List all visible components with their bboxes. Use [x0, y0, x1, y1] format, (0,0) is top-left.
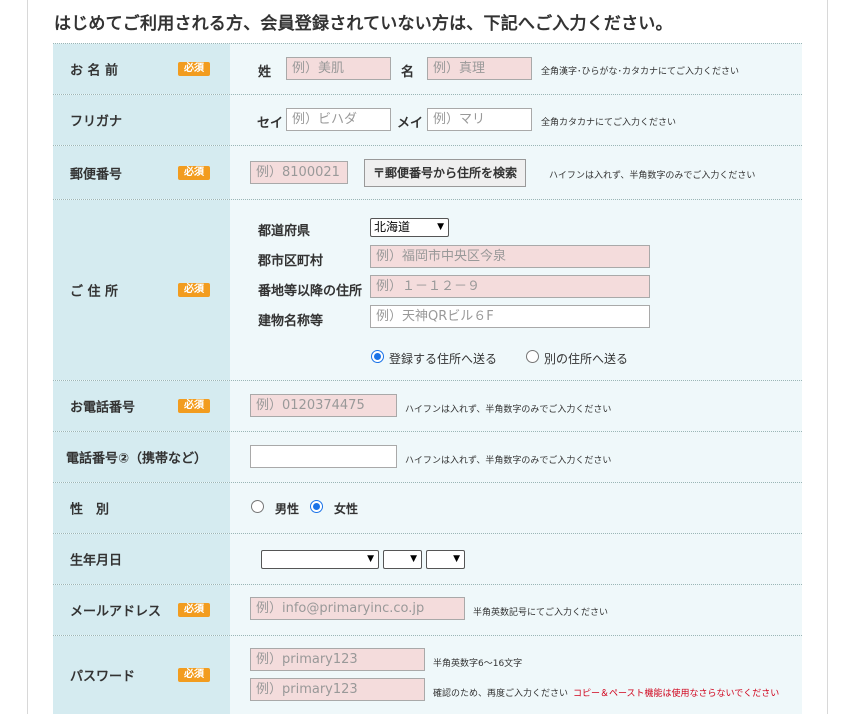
birth-month-select[interactable]: ▼ [383, 550, 422, 569]
label-cell: お 名 前 必須 [53, 44, 230, 94]
password-confirm-input[interactable]: 例）primary123 [250, 678, 425, 701]
birth-day-select[interactable]: ▼ [426, 550, 465, 569]
postal-label: 郵便番号 [70, 167, 123, 182]
sei-label: 姓 [258, 65, 272, 80]
chevron-down-icon: ▼ [367, 554, 374, 564]
label-cell: 郵便番号 必須 [53, 146, 230, 199]
ship-registered-label[interactable]: 登録する住所へ送る [389, 350, 497, 367]
phone2-label: 電話番号②（携帯など） [66, 451, 208, 467]
required-badge: 必須 [178, 165, 210, 180]
row-name: お 名 前 必須 姓 例）美肌 名 例）真理 全角漢字･ひらがな･カタカナにてご… [53, 43, 802, 95]
phone2-input[interactable] [250, 445, 397, 468]
building-label: 建物名称等 [258, 314, 324, 329]
password-label: パスワード [70, 669, 136, 685]
password-confirm-note: 確認のため、再度ご入力ください [433, 689, 569, 699]
building-input[interactable]: 例）天神QRビル６F [370, 305, 650, 328]
chevron-down-icon: ▼ [410, 554, 417, 564]
prefecture-label: 都道府県 [258, 224, 311, 239]
city-label: 郡市区町村 [258, 254, 324, 269]
last-name-kana-input[interactable]: 例）ビハダ [286, 108, 391, 131]
ship-other-radio[interactable] [526, 350, 539, 363]
postal-search-button[interactable]: 〒郵便番号から住所を検索 [364, 159, 527, 187]
address-label: ご 住 所 [70, 284, 119, 300]
first-name-input[interactable]: 例）真理 [427, 57, 532, 80]
label-cell: フリガナ [53, 95, 230, 145]
phone2-note: ハイフンは入れず、半角数字のみでご入力ください [405, 456, 612, 466]
email-note: 半角英数記号にてご入力ください [473, 608, 609, 618]
label-cell: メールアドレス 必須 [53, 585, 230, 635]
phone-input[interactable]: 例）0120374475 [250, 394, 397, 417]
row-postal: 郵便番号 必須 例）8100021 〒郵便番号から住所を検索 ハイフンは入れず、… [53, 145, 802, 200]
phone-label: お電話番号 [70, 400, 136, 416]
prefecture-selected: 北海道 [374, 220, 411, 234]
gender-female-label[interactable]: 女性 [334, 500, 358, 517]
label-cell: 生年月日 [53, 534, 230, 584]
required-badge: 必須 [178, 603, 210, 617]
name-note: 全角漢字･ひらがな･カタカナにてご入力ください [541, 67, 740, 77]
last-name-input[interactable]: 例）美肌 [286, 57, 391, 80]
value-cell: 例）8100021 〒郵便番号から住所を検索 ハイフンは入れず、半角数字のみでご… [233, 146, 802, 199]
page-frame-left [27, 0, 28, 714]
label-cell: 性 別 [53, 483, 230, 533]
row-email: メールアドレス 必須 例）info@primaryinc.co.jp 半角英数記… [53, 584, 802, 636]
required-badge: 必須 [178, 62, 210, 76]
value-cell: ▼ ▼ ▼ [233, 534, 802, 584]
postal-note: ハイフンは入れず、半角数字のみでご入力ください [549, 171, 756, 181]
value-cell: 男性 女性 [233, 483, 802, 533]
row-password: パスワード 必須 例）primary123 半角英数字6～16文字 例）prim… [53, 635, 802, 714]
gender-male-radio[interactable] [251, 500, 264, 513]
ship-other-label[interactable]: 別の住所へ送る [544, 350, 628, 367]
password-input[interactable]: 例）primary123 [250, 648, 425, 671]
first-name-kana-input[interactable]: 例）マリ [427, 108, 532, 131]
gender-female-radio[interactable] [310, 500, 323, 513]
row-address: ご 住 所 必須 都道府県 北海道 ▼ 郡市区町村 例）福岡市中央区今泉 番地等… [53, 199, 802, 381]
prefecture-select[interactable]: 北海道 ▼ [370, 218, 449, 237]
value-cell: ハイフンは入れず、半角数字のみでご入力ください [233, 432, 802, 482]
mei-label: 名 [401, 65, 415, 80]
city-input[interactable]: 例）福岡市中央区今泉 [370, 245, 650, 268]
birth-year-select[interactable]: ▼ [261, 550, 379, 569]
email-label: メールアドレス [70, 604, 162, 620]
required-badge: 必須 [178, 283, 210, 297]
name-label: お 名 前 [70, 63, 119, 79]
email-input[interactable]: 例）info@primaryinc.co.jp [250, 597, 465, 620]
row-birthday: 生年月日 ▼ ▼ ▼ [53, 533, 802, 585]
street-label: 番地等以降の住所 [258, 284, 363, 299]
page-frame-right [827, 0, 828, 714]
row-phone: お電話番号 必須 例）0120374475 ハイフンは入れず、半角数字のみでご入… [53, 380, 802, 432]
value-cell: 例）primary123 半角英数字6～16文字 例）primary123 確認… [233, 636, 802, 714]
chevron-down-icon: ▼ [453, 554, 460, 564]
label-cell: 電話番号②（携帯など） [53, 432, 230, 482]
value-cell: 都道府県 北海道 ▼ 郡市区町村 例）福岡市中央区今泉 番地等以降の住所 例）１… [233, 200, 802, 380]
required-badge: 必須 [178, 399, 210, 413]
furigana-label: フリガナ [70, 114, 123, 130]
value-cell: 姓 例）美肌 名 例）真理 全角漢字･ひらがな･カタカナにてご入力ください [233, 44, 802, 94]
ship-registered-radio[interactable] [371, 350, 384, 363]
value-cell: セイ 例）ビハダ メイ 例）マリ 全角カタカナにてご入力ください [233, 95, 802, 145]
postal-code-input[interactable]: 例）8100021 [250, 161, 348, 184]
row-furigana: フリガナ セイ 例）ビハダ メイ 例）マリ 全角カタカナにてご入力ください [53, 94, 802, 146]
page-heading: はじめてご利用される方、会員登録されていない方は、下記へご入力ください。 [54, 14, 673, 34]
password-note: 半角英数字6～16文字 [433, 659, 523, 669]
value-cell: 例）info@primaryinc.co.jp 半角英数記号にてご入力ください [233, 585, 802, 635]
chevron-down-icon: ▼ [437, 222, 444, 232]
birthday-label: 生年月日 [70, 553, 123, 569]
phone-note: ハイフンは入れず、半角数字のみでご入力ください [405, 405, 612, 415]
row-gender: 性 別 男性 女性 [53, 482, 802, 534]
label-cell: ご 住 所 必須 [53, 200, 230, 380]
street-input[interactable]: 例）１－１２－９ [370, 275, 650, 298]
required-badge: 必須 [178, 668, 210, 682]
label-cell: お電話番号 必須 [53, 381, 230, 431]
mei-kana-label: メイ [397, 116, 424, 131]
value-cell: 例）0120374475 ハイフンは入れず、半角数字のみでご入力ください [233, 381, 802, 431]
gender-label: 性 別 [70, 502, 110, 518]
sei-kana-label: セイ [257, 116, 284, 131]
gender-male-label[interactable]: 男性 [275, 500, 299, 517]
row-phone2: 電話番号②（携帯など） ハイフンは入れず、半角数字のみでご入力ください [53, 431, 802, 483]
label-cell: パスワード 必須 [53, 636, 230, 714]
furigana-note: 全角カタカナにてご入力ください [541, 118, 677, 128]
password-warning: コピー＆ペースト機能は使用なさらないでください [573, 689, 780, 699]
